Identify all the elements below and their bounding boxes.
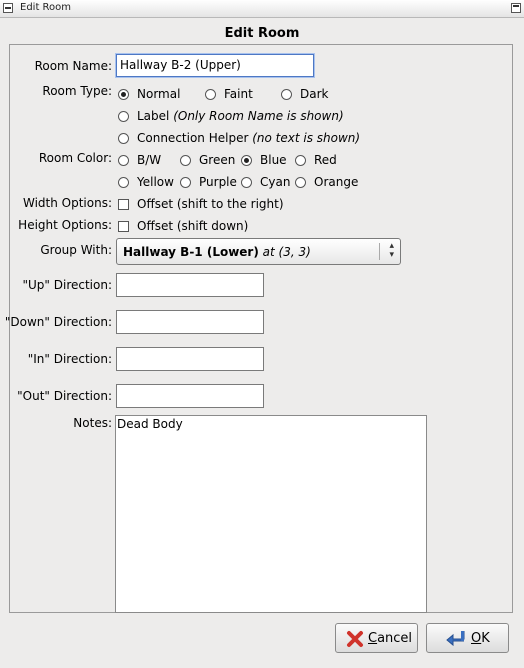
cancel-label: Cancel xyxy=(368,631,413,646)
title-bar: Edit Room xyxy=(0,0,524,18)
color-bw-radio[interactable] xyxy=(118,155,129,166)
dialog-heading: Edit Room xyxy=(224,26,300,41)
notes-textarea[interactable]: Dead Body xyxy=(115,415,427,613)
color-blue-radio[interactable] xyxy=(241,155,252,166)
room-type-faint-label: Faint xyxy=(224,87,253,101)
room-type-label-radio[interactable] xyxy=(118,111,129,122)
down-direction-input[interactable] xyxy=(116,310,264,334)
color-red-label: Red xyxy=(314,153,337,167)
cancel-button[interactable]: Cancel xyxy=(335,623,418,653)
room-name-input[interactable]: Hallway B-2 (Upper) xyxy=(116,54,314,77)
color-cyan-label: Cyan xyxy=(260,175,291,189)
height-offset-checkbox[interactable] xyxy=(118,221,129,232)
height-options-label: Height Options: xyxy=(18,218,112,232)
ok-arrow-icon xyxy=(446,631,465,647)
out-direction-label: "Out" Direction: xyxy=(17,389,112,403)
updown-arrows-icon: ▴ ▾ xyxy=(389,241,394,260)
color-green-radio[interactable] xyxy=(180,155,191,166)
color-red-radio[interactable] xyxy=(295,155,306,166)
group-with-value: Hallway B-1 (Lower) at (3, 3) xyxy=(123,245,311,259)
color-purple-radio[interactable] xyxy=(180,177,191,188)
room-type-label-option: Label (Only Room Name is shown) xyxy=(137,109,344,123)
room-type-faint-radio[interactable] xyxy=(205,89,216,100)
color-yellow-radio[interactable] xyxy=(118,177,129,188)
color-bw-label: B/W xyxy=(137,153,162,167)
window-title: Edit Room xyxy=(20,2,72,13)
notes-value: Dead Body xyxy=(117,417,183,431)
room-color-label: Room Color: xyxy=(38,151,112,165)
up-direction-input[interactable] xyxy=(116,273,264,297)
out-direction-input[interactable] xyxy=(116,384,264,408)
cancel-x-icon xyxy=(347,631,363,647)
ok-label: OK xyxy=(471,631,490,646)
room-type-dark-label: Dark xyxy=(300,87,329,101)
room-type-label: Room Type: xyxy=(42,84,112,98)
width-options-label: Width Options: xyxy=(22,196,112,210)
up-direction-label: "Up" Direction: xyxy=(22,278,112,292)
color-yellow-label: Yellow xyxy=(137,175,174,189)
notes-label: Notes: xyxy=(73,416,112,430)
group-with-label: Group With: xyxy=(40,243,112,257)
color-green-label: Green xyxy=(199,153,236,167)
maximize-icon[interactable] xyxy=(511,3,521,13)
color-purple-label: Purple xyxy=(199,175,237,189)
room-name-value: Hallway B-2 (Upper) xyxy=(120,58,241,72)
room-type-dark-radio[interactable] xyxy=(281,89,292,100)
color-orange-label: Orange xyxy=(314,175,359,189)
in-direction-label: "In" Direction: xyxy=(27,352,112,366)
group-with-select[interactable]: Hallway B-1 (Lower) at (3, 3) ▴ ▾ xyxy=(116,238,401,265)
color-orange-radio[interactable] xyxy=(295,177,306,188)
ok-button[interactable]: OK xyxy=(426,623,509,653)
down-direction-label: "Down" Direction: xyxy=(4,315,112,329)
color-blue-label: Blue xyxy=(260,153,287,167)
width-offset-label: Offset (shift to the right) xyxy=(137,197,284,211)
height-offset-label: Offset (shift down) xyxy=(137,219,249,233)
room-type-normal-radio[interactable] xyxy=(118,89,129,100)
room-type-connection-radio[interactable] xyxy=(118,133,129,144)
combo-separator xyxy=(379,243,380,260)
room-type-normal-label: Normal xyxy=(137,87,181,101)
color-cyan-radio[interactable] xyxy=(241,177,252,188)
in-direction-input[interactable] xyxy=(116,347,264,371)
width-offset-checkbox[interactable] xyxy=(118,199,129,210)
room-name-label: Room Name: xyxy=(34,59,112,73)
window-menu-icon[interactable] xyxy=(3,3,13,13)
room-type-connection-option: Connection Helper (no text is shown) xyxy=(137,131,361,145)
